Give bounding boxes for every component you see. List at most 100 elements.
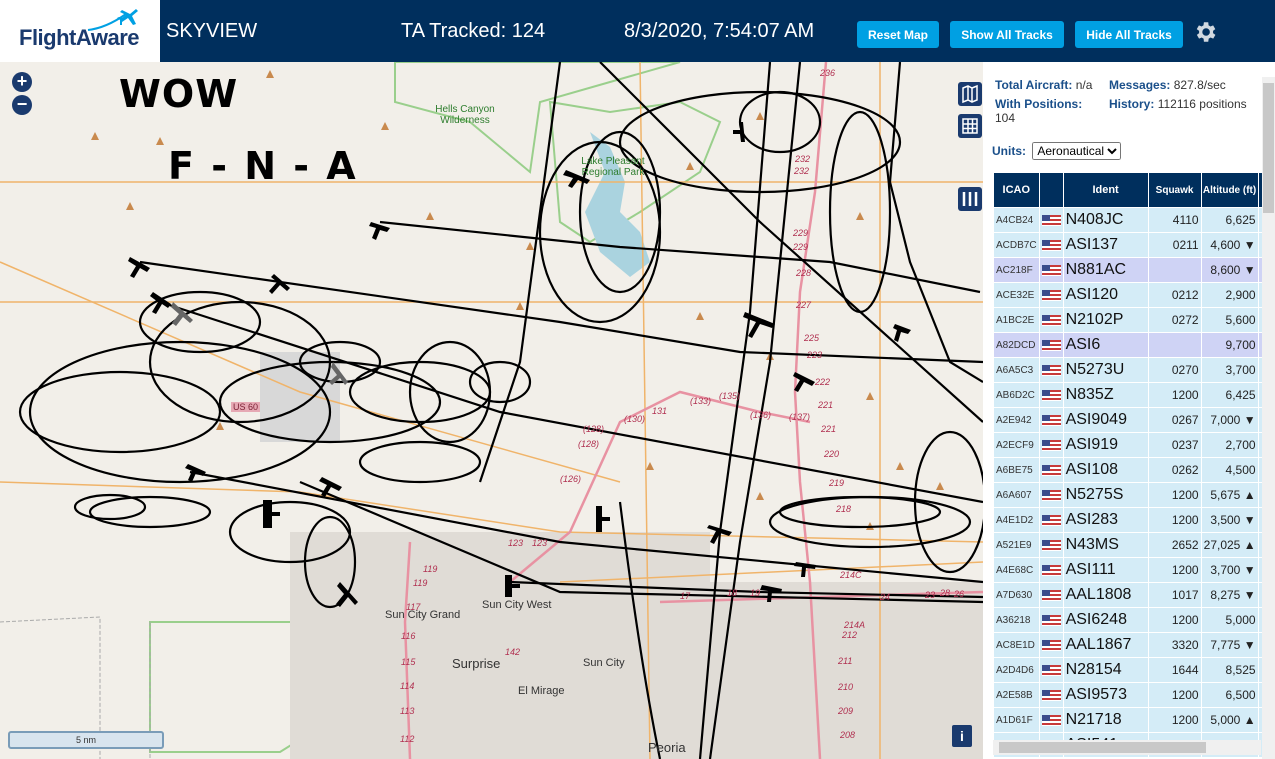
svg-text:228: 228 — [795, 268, 811, 278]
svg-text:119: 119 — [423, 564, 437, 574]
svg-text:218: 218 — [835, 504, 851, 514]
svg-text:220: 220 — [823, 449, 839, 459]
vertical-scroll-thumb[interactable] — [1263, 83, 1274, 213]
table-row[interactable]: A4E68C ASI111 1200 3,700 ▼ — [993, 557, 1270, 583]
icao-cell: A6BE75 — [993, 457, 1040, 483]
icao-cell: A521E9 — [993, 532, 1040, 558]
svg-text:26: 26 — [953, 589, 964, 599]
map-layers-icon[interactable] — [958, 82, 982, 106]
table-row[interactable]: A4CB24 N408JC 4110 6,625 — [993, 207, 1270, 233]
tracked-count: TA Tracked: 124 — [401, 20, 546, 42]
show-all-tracks-button[interactable]: Show All Tracks — [950, 21, 1064, 48]
table-row[interactable]: A6A5C3 N5273U 0270 3,700 — [993, 357, 1270, 383]
units-label: Units: — [992, 144, 1026, 158]
table-row[interactable]: A1BC2E N2102P 0272 5,600 — [993, 307, 1270, 333]
col-altitude[interactable]: Altitude (ft) — [1200, 172, 1259, 208]
col-icao[interactable]: ICAO — [993, 172, 1040, 208]
ident-cell: N21718 — [1062, 707, 1149, 733]
flag-cell — [1038, 232, 1064, 258]
us-flag-icon — [1041, 464, 1061, 476]
altitude-cell: 8,275 ▼ — [1200, 582, 1259, 608]
gear-icon[interactable] — [1192, 19, 1218, 45]
grid-icon[interactable] — [958, 114, 982, 138]
flag-cell — [1038, 457, 1064, 483]
flag-cell — [1038, 507, 1064, 533]
altitude-cell: 4,600 ▼ — [1200, 232, 1259, 258]
col-flag[interactable] — [1038, 172, 1064, 208]
icao-cell: ACDB7C — [993, 232, 1040, 258]
squawk-cell: 0270 — [1147, 357, 1202, 383]
table-row[interactable]: A2ECF9 ASI919 0237 2,700 — [993, 432, 1270, 458]
col-squawk[interactable]: Squawk — [1147, 172, 1202, 208]
icao-cell: A6A5C3 — [993, 357, 1040, 383]
svg-text:(133): (133) — [690, 396, 711, 406]
flag-cell — [1038, 632, 1064, 658]
altitude-cell: 5,000 ▲ — [1200, 707, 1259, 733]
svg-text:19: 19 — [750, 588, 760, 598]
table-row[interactable]: A6A607 N5275S 1200 5,675 ▲ — [993, 482, 1270, 508]
us-flag-icon — [1041, 489, 1061, 501]
squawk-cell: 3320 — [1147, 632, 1202, 658]
us-flag-icon — [1041, 314, 1061, 326]
svg-text:112: 112 — [400, 734, 414, 744]
squawk-cell — [1147, 332, 1202, 358]
zoom-in-button[interactable]: + — [12, 72, 32, 92]
table-row[interactable]: A6BE75 ASI108 0262 4,500 — [993, 457, 1270, 483]
altitude-cell: 5,600 — [1200, 307, 1259, 333]
svg-text:214C: 214C — [839, 570, 862, 580]
svg-text:210: 210 — [837, 682, 853, 692]
svg-text:236: 236 — [819, 68, 835, 78]
horizontal-scroll-thumb[interactable] — [999, 742, 1206, 753]
table-row[interactable]: A4E1D2 ASI283 1200 3,500 ▼ — [993, 507, 1270, 533]
ident-cell: N43MS — [1062, 532, 1149, 558]
info-button[interactable]: i — [952, 725, 972, 747]
svg-text:113: 113 — [400, 706, 414, 716]
ident-cell: ASI9049 — [1062, 407, 1149, 433]
table-row[interactable]: AB6D2C N835Z 1200 6,425 — [993, 382, 1270, 408]
icao-cell: ACE32E — [993, 282, 1040, 308]
us-flag-icon — [1041, 414, 1061, 426]
altitude-cell: 7,775 ▼ — [1200, 632, 1259, 658]
icao-cell: A2E942 — [993, 407, 1040, 433]
units-select[interactable]: Aeronautical — [1032, 142, 1122, 160]
hide-all-tracks-button[interactable]: Hide All Tracks — [1075, 21, 1183, 48]
us-flag-icon — [1041, 639, 1061, 651]
table-row[interactable]: A36218 ASI6248 1200 5,000 — [993, 607, 1270, 633]
table-row[interactable]: A521E9 N43MS 2652 27,025 ▲ — [993, 532, 1270, 558]
table-row[interactable]: A2E942 ASI9049 0267 7,000 ▼ — [993, 407, 1270, 433]
icao-cell: AB6D2C — [993, 382, 1040, 408]
ident-cell: N881AC — [1062, 257, 1149, 283]
icao-cell: A36218 — [993, 607, 1040, 633]
map-annotation-fna: F - N - A — [168, 144, 358, 188]
flightaware-logo[interactable]: FlightAware — [0, 0, 160, 62]
messages-value: 827.8/sec — [1173, 78, 1226, 92]
squawk-cell: 1200 — [1147, 482, 1202, 508]
reset-map-button[interactable]: Reset Map — [857, 21, 939, 48]
zoom-out-button[interactable]: − — [12, 95, 32, 115]
table-row[interactable]: A7D630 AAL1808 1017 8,275 ▼ — [993, 582, 1270, 608]
flag-cell — [1038, 582, 1064, 608]
col-ident[interactable]: Ident — [1062, 172, 1149, 208]
table-row[interactable]: AC8E1D AAL1867 3320 7,775 ▼ — [993, 632, 1270, 658]
table-row[interactable]: ACDB7C ASI137 0211 4,600 ▼ — [993, 232, 1270, 258]
us-flag-icon — [1041, 614, 1061, 626]
icao-cell: A4E68C — [993, 557, 1040, 583]
altitude-cell: 7,000 ▼ — [1200, 407, 1259, 433]
squawk-cell: 0212 — [1147, 282, 1202, 308]
us60-shield: US 60 — [231, 402, 261, 412]
table-row[interactable]: A2D4D6 N28154 1644 8,525 — [993, 657, 1270, 683]
table-row[interactable]: A1D61F N21718 1200 5,000 ▲ — [993, 707, 1270, 733]
columns-icon[interactable] — [958, 187, 982, 211]
us-flag-icon — [1041, 539, 1061, 551]
table-row[interactable]: AC218F N881AC 8,600 ▼ — [993, 257, 1270, 283]
table-row[interactable]: ACE32E ASI120 0212 2,900 — [993, 282, 1270, 308]
hells-canyon-label: Hells Canyon Wilderness — [435, 104, 495, 126]
lake-pleasant-label: Lake Pleasant Regional Park — [581, 156, 645, 178]
table-row[interactable]: A82DCD ASI6 9,700 — [993, 332, 1270, 358]
svg-text:221: 221 — [817, 400, 833, 410]
app-name: SKYVIEW — [166, 20, 258, 42]
table-row[interactable]: A2E58B ASI9573 1200 6,500 — [993, 682, 1270, 708]
map-canvas[interactable]: 236 232 232 229 229 228 227 225 223 222 221 221 … — [0, 62, 983, 759]
icao-cell: A2D4D6 — [993, 657, 1040, 683]
ident-cell: ASI6 — [1062, 332, 1149, 358]
